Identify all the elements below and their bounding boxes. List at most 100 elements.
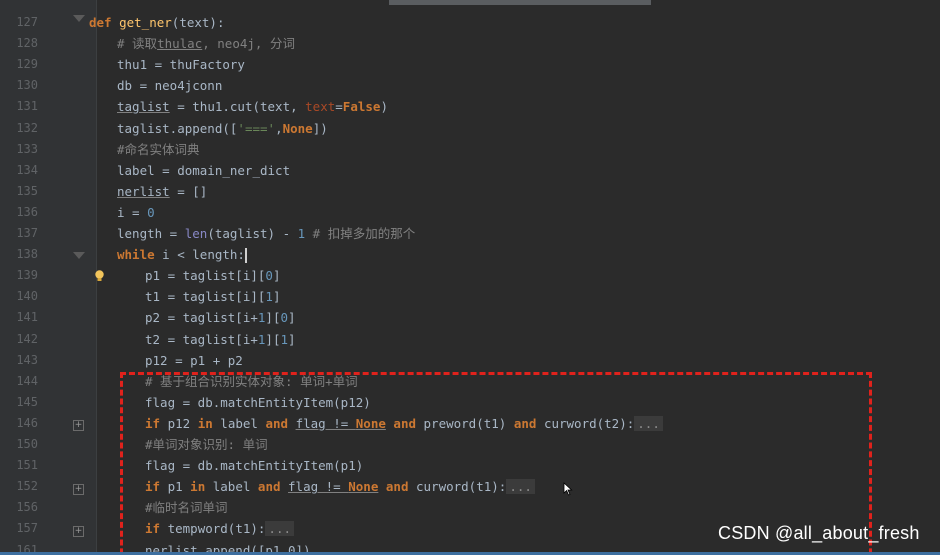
code-token: False bbox=[342, 99, 381, 115]
code-text[interactable]: p12 = p1 + p2 bbox=[145, 350, 243, 371]
code-token: ]) bbox=[312, 120, 328, 136]
code-line[interactable]: 143 p12 = p1 + p2 bbox=[0, 350, 940, 371]
code-text[interactable]: t1 = taglist[i][1] bbox=[145, 286, 280, 307]
line-number: 131 bbox=[16, 99, 38, 114]
watermark-text: CSDN @all_about_fresh bbox=[718, 523, 920, 543]
code-token: thulac bbox=[157, 36, 203, 52]
code-token: ] bbox=[272, 268, 281, 284]
line-number: 146 bbox=[16, 415, 38, 430]
line-number: 157 bbox=[16, 521, 38, 536]
code-token: get_ner bbox=[119, 15, 172, 30]
code-token: ][ bbox=[265, 310, 281, 326]
line-number: 142 bbox=[16, 331, 38, 346]
code-text[interactable]: def get_ner(text): bbox=[89, 12, 224, 33]
code-text[interactable]: while i < length: bbox=[117, 244, 247, 265]
code-token: taglist bbox=[117, 99, 170, 115]
code-text[interactable]: taglist = thu1.cut(text, text=False) bbox=[117, 96, 388, 117]
line-number: 130 bbox=[16, 78, 38, 93]
code-token: = [] bbox=[169, 183, 208, 199]
code-line[interactable]: 140 t1 = taglist[i][1] bbox=[0, 286, 940, 307]
code-text[interactable]: db = neo4jconn bbox=[117, 75, 222, 96]
line-number: 152 bbox=[16, 479, 38, 494]
line-number: 140 bbox=[16, 289, 38, 304]
code-token: p2 = taglist[i+ bbox=[145, 310, 258, 326]
line-number: 129 bbox=[16, 57, 38, 72]
code-text[interactable]: length = len(taglist) - 1 # 扣掉多加的那个 bbox=[117, 223, 415, 244]
fold-collapse-icon[interactable] bbox=[73, 15, 85, 22]
code-token: ] bbox=[288, 310, 296, 326]
code-line[interactable]: 138 while i < length: bbox=[0, 244, 940, 265]
mouse-pointer-icon bbox=[563, 482, 573, 496]
code-text[interactable]: taglist.append(['===',None]) bbox=[117, 118, 328, 139]
code-token: nerlist bbox=[117, 183, 170, 199]
code-token: , neo4j, 分词 bbox=[202, 36, 295, 52]
line-number: 127 bbox=[16, 15, 38, 29]
code-token: 1 bbox=[280, 331, 289, 347]
code-line[interactable]: 128 # 读取thulac, neo4j, 分词 bbox=[0, 33, 940, 54]
line-number: 139 bbox=[16, 268, 38, 283]
code-token: t2 = taglist[i+ bbox=[145, 331, 258, 347]
code-text[interactable]: thu1 = thuFactory bbox=[117, 54, 245, 75]
code-token: while bbox=[117, 247, 155, 263]
line-number: 128 bbox=[16, 36, 38, 51]
code-line[interactable]: 129 thu1 = thuFactory bbox=[0, 54, 940, 75]
code-text[interactable]: #命名实体词典 bbox=[117, 139, 200, 160]
code-token: 0 bbox=[265, 268, 273, 284]
code-token: 0 bbox=[147, 204, 155, 220]
line-number: 151 bbox=[16, 458, 38, 473]
fold-expand-icon[interactable]: + bbox=[73, 526, 84, 537]
code-token: p1 = taglist[i][ bbox=[145, 268, 266, 284]
code-token: db = neo4jconn bbox=[117, 78, 223, 94]
fold-expand-icon[interactable]: + bbox=[73, 420, 84, 431]
code-token: p12 = p1 + p2 bbox=[145, 352, 243, 368]
code-text[interactable]: # 读取thulac, neo4j, 分词 bbox=[117, 33, 295, 54]
line-number: 133 bbox=[16, 141, 38, 156]
code-text[interactable]: nerlist = [] bbox=[117, 181, 207, 202]
code-token: 1 bbox=[265, 289, 273, 305]
code-text[interactable]: i = 0 bbox=[117, 202, 155, 223]
line-number: 132 bbox=[16, 120, 38, 135]
code-line[interactable]: 135 nerlist = [] bbox=[0, 181, 940, 202]
lightbulb-icon[interactable] bbox=[94, 270, 105, 282]
code-token: , bbox=[275, 120, 283, 136]
code-line[interactable]: 141 p2 = taglist[i+1][0] bbox=[0, 307, 940, 328]
code-line[interactable]: 136 i = 0 bbox=[0, 202, 940, 223]
code-line[interactable]: 139 p1 = taglist[i][0] bbox=[0, 265, 940, 286]
code-token: (taglist) - bbox=[207, 226, 298, 241]
code-line[interactable]: 127 def get_ner(text): bbox=[0, 12, 940, 33]
code-line[interactable]: 134 label = domain_ner_dict bbox=[0, 160, 940, 181]
code-token: ] bbox=[288, 331, 296, 347]
code-token: text bbox=[305, 99, 336, 115]
code-line[interactable]: 133 #命名实体词典 bbox=[0, 139, 940, 160]
fold-collapse-icon[interactable] bbox=[73, 252, 85, 259]
code-text[interactable]: p2 = taglist[i+1][0] bbox=[145, 307, 296, 328]
line-number: 135 bbox=[16, 183, 38, 198]
code-token: # 读取 bbox=[117, 36, 158, 52]
code-line[interactable]: 137 length = len(taglist) - 1 # 扣掉多加的那个 bbox=[0, 223, 940, 244]
line-number: 150 bbox=[16, 437, 38, 451]
code-text[interactable]: label = domain_ner_dict bbox=[117, 160, 290, 181]
text-cursor bbox=[244, 248, 247, 264]
code-token: ][ bbox=[265, 331, 281, 347]
code-text[interactable]: t2 = taglist[i+1][1] bbox=[145, 329, 296, 350]
code-text[interactable]: p1 = taglist[i][0] bbox=[145, 265, 280, 286]
code-token: #命名实体词典 bbox=[117, 141, 200, 157]
code-token: def bbox=[89, 15, 120, 30]
code-line[interactable]: 142 t2 = taglist[i+1][1] bbox=[0, 329, 940, 350]
code-token: length = bbox=[117, 226, 185, 241]
code-token: # 扣掉多加的那个 bbox=[305, 226, 416, 241]
code-line[interactable]: 132 taglist.append(['===',None]) bbox=[0, 118, 940, 139]
code-token: label = domain_ner_dict bbox=[117, 162, 291, 178]
code-token: '===' bbox=[237, 120, 276, 136]
code-token: 0 bbox=[280, 310, 289, 326]
editor-tab-strip[interactable] bbox=[389, 0, 651, 5]
ide-editor-window: 127 def get_ner(text): 128 # 读取thulac, neo4… bbox=[0, 0, 940, 555]
code-line[interactable]: 131 taglist = thu1.cut(text, text=False) bbox=[0, 96, 940, 117]
code-token: t1 = taglist[i][ bbox=[145, 289, 266, 305]
line-number: 136 bbox=[16, 204, 38, 219]
code-token: None bbox=[282, 120, 313, 136]
code-token: ) bbox=[380, 99, 388, 115]
line-number: 138 bbox=[16, 247, 38, 262]
fold-expand-icon[interactable]: + bbox=[73, 484, 84, 495]
code-line[interactable]: 130 db = neo4jconn bbox=[0, 75, 940, 96]
